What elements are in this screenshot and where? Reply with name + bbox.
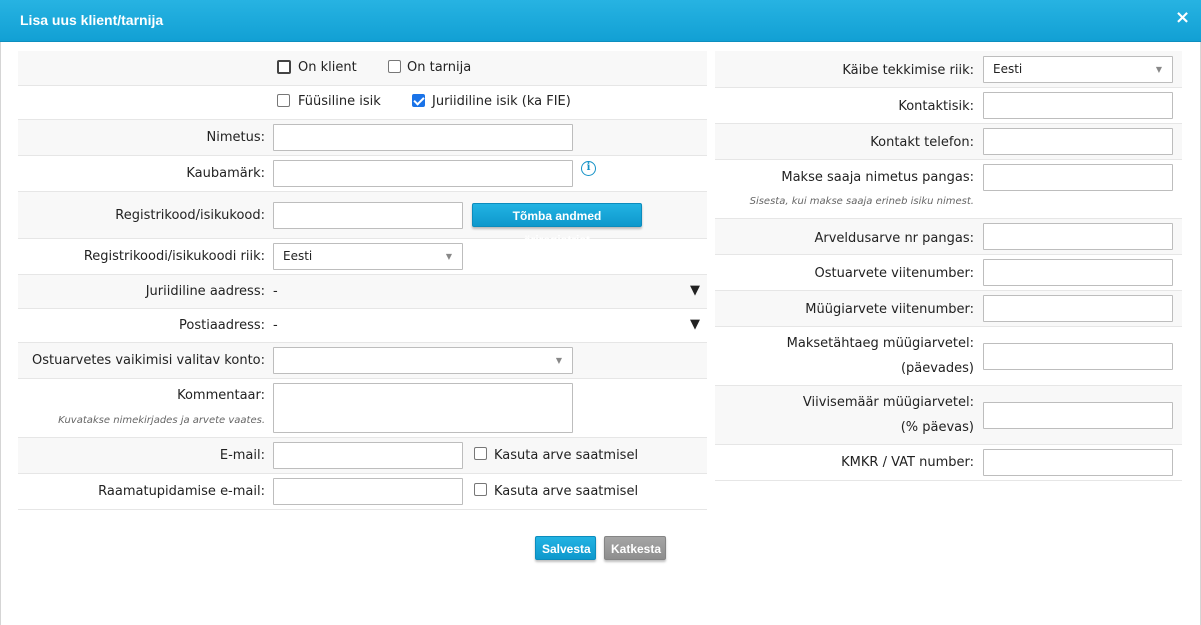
- kaibe-riik-label: Käibe tekkimise riik:: [842, 63, 974, 78]
- dialog-border-left: [0, 42, 1, 625]
- konto-label: Ostuarvetes vaikimisi valitav konto:: [31, 353, 265, 368]
- ostuarve-viite-row: Ostuarvete viitenumber:: [715, 255, 1182, 291]
- raamat-email-row: Raamatupidamise e-mail: Kasuta arve saat…: [18, 474, 707, 510]
- postiaadress-label: Postiaadress:: [179, 318, 265, 333]
- on-klient-label: On klient: [298, 60, 357, 75]
- kmkr-input[interactable]: [983, 449, 1173, 476]
- muugiarve-viite-row: Müügiarvete viitenumber:: [715, 291, 1182, 327]
- info-icon[interactable]: i: [581, 161, 596, 176]
- close-icon[interactable]: ×: [1175, 9, 1190, 27]
- chevron-down-icon: ▼: [1155, 65, 1162, 74]
- regkood-riik-value: Eesti: [283, 249, 313, 263]
- fetch-registry-button[interactable]: Tõmba andmed äriregistrist: [472, 203, 642, 247]
- makse-saaja-input[interactable]: [983, 164, 1173, 191]
- kommentaar-hint: Kuvatakse nimekirjades ja arvete vaates.: [58, 415, 265, 426]
- kontaktisik-input[interactable]: [983, 92, 1173, 119]
- kaubamark-label: Kaubamärk:: [186, 166, 265, 181]
- expand-icon[interactable]: ▼: [690, 283, 700, 298]
- kaubamark-input[interactable]: [273, 160, 573, 187]
- kommentaar-textarea[interactable]: [273, 383, 573, 433]
- nimetus-input[interactable]: [273, 124, 573, 151]
- kmkr-row: KMKR / VAT number:: [715, 445, 1182, 481]
- email-input[interactable]: [273, 442, 463, 469]
- chevron-down-icon: ▼: [445, 252, 452, 261]
- kommentaar-row: Kommentaar: Kuvatakse nimekirjades ja ar…: [18, 379, 707, 438]
- kasuta-arve-checkbox[interactable]: [474, 447, 487, 460]
- expand-icon[interactable]: ▼: [690, 317, 700, 332]
- makse-saaja-label: Makse saaja nimetus pangas:: [781, 170, 974, 185]
- save-button[interactable]: Salvesta: [535, 536, 596, 560]
- kontakt-tel-label: Kontakt telefon:: [870, 135, 974, 150]
- kasuta-arve-checkbox-2[interactable]: [474, 483, 487, 496]
- email-label: E-mail:: [219, 448, 265, 463]
- regkood-riik-select[interactable]: Eesti ▼: [273, 243, 463, 270]
- on-tarnija-checkbox[interactable]: [388, 60, 401, 73]
- arveldusarve-row: Arveldusarve nr pangas:: [715, 219, 1182, 255]
- email-row: E-mail: Kasuta arve saatmisel: [18, 438, 707, 474]
- on-tarnija-label: On tarnija: [407, 60, 472, 75]
- regkood-riik-row: Registrikoodi/isikukoodi riik: Eesti ▼: [18, 239, 707, 275]
- regkood-row: Registrikood/isikukood: Tõmba andmed äri…: [18, 192, 707, 247]
- postiaadress-row: Postiaadress: - ▼: [18, 309, 707, 343]
- jur-aadress-label: Juriidiline aadress:: [145, 284, 265, 299]
- kasuta-arve-label-2: Kasuta arve saatmisel: [494, 484, 639, 499]
- muugiarve-viite-label: Müügiarvete viitenumber:: [805, 302, 974, 317]
- viivis-row: Viivisemäär müügiarvetel: (% päevas): [715, 386, 1182, 445]
- on-klient-checkbox[interactable]: [277, 60, 291, 74]
- kaibe-riik-value: Eesti: [993, 62, 1023, 76]
- juriidiline-checkbox[interactable]: [412, 94, 425, 107]
- regkood-input[interactable]: [273, 202, 463, 229]
- kaubamark-row: Kaubamärk: i: [18, 156, 707, 192]
- client-type-row: On klient On tarnija: [18, 51, 707, 86]
- maksetahtaeg-input[interactable]: [983, 343, 1173, 370]
- makse-saaja-row: Makse saaja nimetus pangas: Sisesta, kui…: [715, 160, 1182, 219]
- kontaktisik-label: Kontaktisik:: [898, 99, 974, 114]
- maksetahtaeg-label: Maksetähtaeg müügiarvetel:: [786, 336, 974, 351]
- kommentaar-label: Kommentaar:: [177, 388, 265, 403]
- konto-select[interactable]: ▼: [273, 347, 573, 374]
- konto-row: Ostuarvetes vaikimisi valitav konto: ▼: [18, 343, 707, 379]
- kmkr-label: KMKR / VAT number:: [841, 455, 974, 470]
- viivis-label: Viivisemäär müügiarvetel:: [802, 395, 974, 410]
- dialog-titlebar: Lisa uus klient/tarnija ×: [0, 0, 1201, 42]
- jur-aadress-row: Juriidiline aadress: - ▼: [18, 275, 707, 309]
- maksetahtaeg-unit-label: (päevades): [900, 361, 974, 376]
- postiaadress-value: -: [273, 318, 278, 333]
- raamat-email-input[interactable]: [273, 478, 463, 505]
- nimetus-label: Nimetus:: [206, 130, 266, 145]
- muugiarve-viite-input[interactable]: [983, 295, 1173, 322]
- kontakt-tel-input[interactable]: [983, 128, 1173, 155]
- fuusiline-checkbox[interactable]: [277, 94, 290, 107]
- ostuarve-viite-label: Ostuarvete viitenumber:: [814, 266, 974, 281]
- makse-saaja-hint: Sisesta, kui makse saaja erineb isiku ni…: [749, 196, 974, 207]
- kontakt-tel-row: Kontakt telefon:: [715, 124, 1182, 160]
- juriidiline-label: Juriidiline isik (ka FIE): [432, 94, 571, 109]
- maksetahtaeg-row: Maksetähtaeg müügiarvetel: (päevades): [715, 327, 1182, 386]
- dialog-title: Lisa uus klient/tarnija: [20, 12, 164, 28]
- nimetus-row: Nimetus:: [18, 120, 707, 156]
- arveldusarve-label: Arveldusarve nr pangas:: [814, 231, 975, 246]
- kaibe-riik-row: Käibe tekkimise riik: Eesti ▼: [715, 51, 1182, 88]
- viivis-input[interactable]: [983, 402, 1173, 429]
- kontaktisik-row: Kontaktisik:: [715, 88, 1182, 124]
- person-type-row: Füüsiline isik Juriidiline isik (ka FIE): [18, 86, 707, 120]
- cancel-button[interactable]: Katkesta: [604, 536, 666, 560]
- chevron-down-icon: ▼: [555, 356, 562, 365]
- ostuarve-viite-input[interactable]: [983, 259, 1173, 286]
- kasuta-arve-label: Kasuta arve saatmisel: [494, 448, 639, 463]
- fuusiline-label: Füüsiline isik: [298, 94, 381, 109]
- raamat-email-label: Raamatupidamise e-mail:: [98, 484, 265, 499]
- jur-aadress-value: -: [273, 284, 278, 299]
- regkood-label: Registrikood/isikukood:: [115, 208, 265, 223]
- viivis-unit-label: (% päevas): [900, 420, 974, 435]
- regkood-riik-label: Registrikoodi/isikukoodi riik:: [83, 249, 265, 264]
- arveldusarve-input[interactable]: [983, 223, 1173, 250]
- kaibe-riik-select[interactable]: Eesti ▼: [983, 56, 1173, 83]
